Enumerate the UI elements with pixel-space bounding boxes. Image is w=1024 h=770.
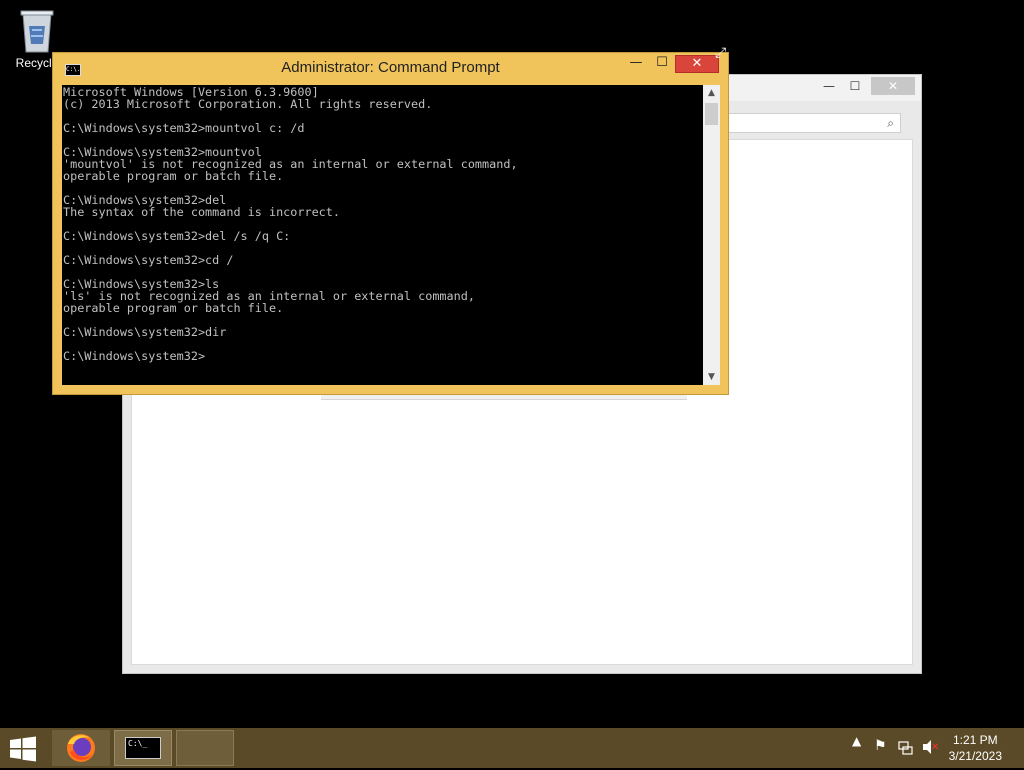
console-scrollbar[interactable]: ▲ ▼ xyxy=(703,85,720,385)
cmd-taskbar-icon: C:\_ xyxy=(125,737,161,759)
action-center-flag-icon[interactable]: ⚑ xyxy=(874,738,887,754)
windows-logo-icon xyxy=(10,736,36,762)
cmd-maximize-button[interactable]: ☐ xyxy=(650,55,674,73)
scroll-down-arrow-icon[interactable]: ▼ xyxy=(703,369,720,385)
system-clock[interactable]: 1:21 PM 3/21/2023 xyxy=(949,732,1002,764)
console-text: Microsoft Windows [Version 6.3.9600] (c)… xyxy=(63,85,518,363)
taskbar: C:\_ ▲ ⚑ ✕ 1:21 PM 3/21/2023 xyxy=(0,728,1024,768)
console-output[interactable]: Microsoft Windows [Version 6.3.9600] (c)… xyxy=(62,85,703,385)
network-icon[interactable] xyxy=(898,740,914,760)
resize-cursor-icon: ⤢ xyxy=(715,45,727,61)
taskbar-firefox[interactable] xyxy=(52,730,110,766)
firefox-icon xyxy=(67,734,95,762)
clock-time: 1:21 PM xyxy=(952,733,998,747)
taskbar-command-prompt[interactable]: C:\_ xyxy=(114,730,172,766)
clock-date: 3/21/2023 xyxy=(948,749,1002,763)
explorer-search-input[interactable]: ⌕ xyxy=(725,113,901,133)
search-icon[interactable]: ⌕ xyxy=(887,116,894,131)
explorer-close-button[interactable]: ✕ xyxy=(871,77,915,95)
command-prompt-window[interactable]: C:\. Administrator: Command Prompt — ☐ ✕… xyxy=(52,45,729,395)
volume-muted-icon[interactable]: ✕ xyxy=(922,739,940,759)
start-button[interactable] xyxy=(8,736,38,762)
cmd-minimize-button[interactable]: — xyxy=(624,55,648,73)
cmd-close-button[interactable]: ✕ xyxy=(675,55,719,73)
explorer-minimize-button[interactable]: — xyxy=(815,77,843,95)
explorer-maximize-button[interactable]: ☐ xyxy=(841,77,869,95)
show-hidden-icons-chevron-icon[interactable]: ▲ xyxy=(852,734,861,748)
scroll-up-arrow-icon[interactable]: ▲ xyxy=(703,85,720,101)
recycle-bin-icon xyxy=(20,10,54,53)
mute-x-icon: ✕ xyxy=(931,742,940,753)
taskbar-explorer[interactable] xyxy=(176,730,234,766)
scroll-thumb[interactable] xyxy=(705,103,718,125)
